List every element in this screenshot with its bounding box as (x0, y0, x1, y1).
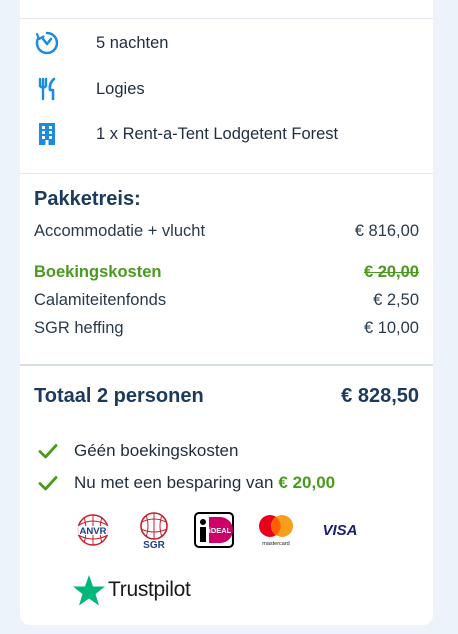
trustpilot-wordmark: Trustpilot (108, 578, 191, 601)
board-label: Logies (96, 79, 145, 98)
price-line-value: € 10,00 (363, 319, 419, 337)
total-value: € 828,50 (341, 385, 419, 407)
timer-icon (34, 30, 64, 56)
room-label: 1 x Rent-a-Tent Lodgetent Forest (96, 124, 339, 143)
ideal-logo: iDEAL (194, 512, 234, 548)
price-line-value: € 816,00 (354, 222, 419, 240)
total-label: Totaal 2 personen (34, 385, 204, 407)
svg-text:SGR: SGR (143, 540, 165, 550)
price-line-label: Calamiteitenfonds (34, 291, 167, 309)
svg-text:ANVR: ANVR (80, 526, 107, 537)
divider (20, 18, 433, 19)
price-line-label: Accommodatie + vlucht (34, 222, 206, 240)
price-line-label: SGR heffing (34, 319, 124, 337)
svg-text:mastercard: mastercard (262, 541, 290, 547)
price-line-value: € 20,00 (363, 263, 419, 281)
svg-text:VISA: VISA (322, 522, 357, 539)
anvr-logo: ANVR (74, 514, 112, 546)
benefit-text: Nu met een besparing van (74, 473, 274, 492)
board-row: Logies (34, 76, 419, 102)
payment-logos: ANVR SGR iDEAL mastercard VISA (72, 510, 382, 550)
room-row: 1 x Rent-a-Tent Lodgetent Forest (34, 121, 419, 147)
svg-text:iDEAL: iDEAL (209, 526, 232, 535)
price-line-booking-fee: Boekingskosten € 20,00 (34, 263, 419, 282)
total-row: Totaal 2 personen € 828,50 (34, 385, 419, 408)
price-line-calamity-fund: Calamiteitenfonds € 2,50 (34, 291, 419, 310)
price-line-accommodation: Accommodatie + vlucht € 816,00 (34, 222, 419, 241)
trustpilot-logo: Trustpilot (72, 574, 191, 606)
benefit-text: Géén boekingskosten (74, 441, 239, 460)
booking-summary-card: 5 nachten Logies 1 x Rent-a-Tent Lodgete… (20, 0, 433, 625)
sgr-logo: SGR (140, 512, 168, 550)
package-title: Pakketreis: (34, 188, 141, 210)
cutlery-icon (34, 76, 64, 102)
divider (20, 364, 433, 366)
saving-amount: € 20,00 (278, 473, 336, 492)
nights-row: 5 nachten (34, 30, 419, 56)
price-line-value: € 2,50 (373, 291, 419, 309)
price-line-label: Boekingskosten (34, 263, 162, 281)
check-icon (38, 444, 58, 459)
building-icon (34, 121, 64, 147)
benefit-saving: Nu met een besparing van € 20,00 (38, 473, 335, 493)
nights-label: 5 nachten (96, 33, 169, 52)
check-icon (38, 476, 58, 491)
star-icon (73, 575, 105, 606)
visa-logo: VISA (322, 522, 357, 539)
mastercard-logo: mastercard (259, 515, 293, 547)
benefit-no-fees: Géén boekingskosten (38, 441, 238, 461)
price-line-sgr-levy: SGR heffing € 10,00 (34, 319, 419, 338)
divider (20, 173, 433, 174)
